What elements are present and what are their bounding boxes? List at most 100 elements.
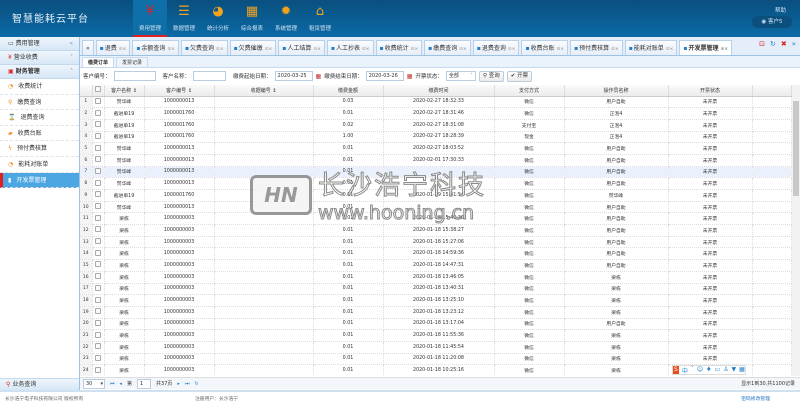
table-row[interactable]: 15 梁栋 1000000003 0.01 2020-01-18 14:47:31 微信用… — [80, 259, 792, 272]
row-checkbox[interactable] — [92, 131, 105, 144]
row-checkbox[interactable] — [92, 177, 105, 190]
row-checkbox[interactable] — [92, 166, 105, 179]
column-header[interactable]: 缴费时间 — [383, 85, 495, 97]
sidebar-group-query[interactable]: ⚲ 业务查询 — [0, 378, 79, 390]
row-checkbox[interactable] — [92, 341, 105, 354]
table-row[interactable]: 16 梁栋 1000000003 0.01 2020-01-18 13:46:05 微信梁… — [80, 271, 792, 284]
emoji-icon[interactable]: ☺ — [697, 366, 703, 374]
row-checkbox[interactable] — [92, 119, 105, 132]
tab-close-icon[interactable]: ⊙× — [411, 47, 419, 52]
chinese-mode-icon[interactable]: 中 — [682, 366, 688, 375]
sidebar-group-business[interactable]: ¥ 营业收费 ˅ — [0, 51, 79, 65]
tab-5[interactable]: ▪人工抄表 ⊙× — [326, 40, 374, 55]
tab-2[interactable]: ▪欠费查询 ⊙× — [180, 40, 228, 55]
table-row[interactable]: 1 赞华峰 1000000013 0.03 2020-02-27 18:32:33 微信用… — [80, 96, 792, 109]
row-checkbox[interactable] — [92, 306, 105, 319]
tab-12[interactable]: ▪开发票管理 ⊙× — [679, 40, 732, 55]
keyboard-icon[interactable]: ▭ — [714, 366, 720, 374]
row-checkbox[interactable] — [92, 247, 105, 261]
table-row[interactable]: 22 梁栋 1000000003 0.01 2020-01-18 11:45:54 微信梁… — [80, 341, 792, 354]
tab-0[interactable]: ▪退费 ⊙× — [95, 40, 131, 55]
mic-icon[interactable]: ♦ — [706, 366, 711, 374]
row-checkbox[interactable] — [92, 294, 105, 307]
row-checkbox[interactable] — [92, 236, 105, 249]
tab-9[interactable]: ▪收费台账 ⊙× — [521, 40, 569, 55]
row-checkbox[interactable] — [92, 318, 105, 331]
tab-close-icon[interactable]: ⊙× — [167, 47, 175, 52]
tab-close-icon[interactable]: ⊙× — [611, 47, 619, 52]
table-row[interactable]: 12 梁栋 1000000003 0.01 2020-01-18 15:38:27 微信用… — [80, 224, 792, 237]
row-checkbox[interactable] — [92, 329, 105, 342]
start-date-input[interactable]: 2020-03-25 — [274, 71, 313, 81]
column-header[interactable]: 操作员名称 — [564, 85, 669, 97]
table-row[interactable]: 14 梁栋 1000000003 0.01 2020-01-18 14:59:36 微信用… — [80, 247, 792, 261]
last-page-icon[interactable]: ⏭ — [185, 381, 190, 387]
tab-close-icon[interactable]: ⊙× — [557, 47, 565, 52]
sidebar-item-6[interactable]: ▮ 开发票管理 — [0, 172, 79, 189]
tab-close-icon[interactable]: ⊙× — [362, 47, 370, 52]
tab-10[interactable]: ▪预付费核算 ⊙× — [570, 40, 623, 55]
column-header[interactable]: 客户名称 ↕ — [104, 85, 145, 97]
refresh-icon[interactable]: ↻ — [194, 381, 198, 387]
row-checkbox[interactable] — [92, 224, 105, 237]
row-checkbox[interactable] — [92, 212, 105, 226]
status-select[interactable]: 全部 ˅ — [445, 71, 476, 81]
row-checkbox[interactable] — [92, 259, 105, 272]
column-header[interactable]: 收据编号 ↕ — [214, 85, 314, 97]
select-all-checkbox[interactable] — [92, 85, 105, 97]
tab-close-icon[interactable]: ⊙× — [666, 47, 674, 52]
row-checkbox[interactable] — [92, 364, 105, 376]
table-row[interactable]: 8 赞华峰 1000000013 0.01 微信 用户自助 未开票 — [80, 177, 792, 190]
table-row[interactable]: 23 梁栋 1000000003 0.01 2020-01-18 11:20:08 微信梁… — [80, 353, 792, 366]
row-checkbox[interactable] — [92, 142, 105, 155]
sidebar-group-finance[interactable]: ▣ 财务管理 ˄ — [0, 65, 79, 79]
sidebar-item-4[interactable]: ϟ 预付费核算 — [0, 141, 79, 157]
collapse-icon[interactable]: « — [69, 37, 73, 51]
table-row[interactable]: 5 赞华峰 1000000013 0.01 2020-02-27 18:03:52 微信用… — [80, 142, 792, 155]
column-header[interactable]: 开票状态 — [668, 85, 753, 97]
table-row[interactable]: 11 梁栋 1000000003 0.01 2020-01-18 15:46:36 微信用… — [80, 212, 792, 226]
page-input[interactable]: 1 — [137, 378, 152, 389]
row-checkbox[interactable] — [92, 107, 105, 120]
table-row[interactable]: 17 梁栋 1000000003 0.01 2020-01-18 13:40:31 微信梁… — [80, 283, 792, 296]
tab-close-icon[interactable]: ⊙× — [720, 47, 728, 52]
tab-1[interactable]: ▪余额查询 ⊙× — [132, 40, 179, 55]
nav-item-0[interactable]: ¥ 费用管理 — [133, 0, 167, 37]
calendar-icon[interactable]: ▦ — [316, 73, 322, 80]
tab-close-icon[interactable]: ⊙× — [119, 47, 127, 52]
table-row[interactable]: 20 梁栋 1000000003 0.01 2020-01-18 13:17:04 微信用… — [80, 318, 792, 331]
column-header[interactable]: 客户编号 ↕ — [144, 85, 215, 97]
customer-no-input[interactable] — [113, 71, 156, 81]
tab-scroll-left[interactable]: « — [82, 40, 94, 55]
table-row[interactable]: 2 截进单19 1000001760 0.01 2020-02-27 18:31:46 微… — [80, 107, 792, 120]
ime-toolbar[interactable]: S 中 ˇ ☺ ♦ ▭ ♙ ▼ ▦ — [672, 365, 746, 375]
tab-close-icon[interactable]: ⊙× — [265, 47, 273, 52]
table-row[interactable]: 9 截进单19 1000001760 0.01 2020-01-29 15:41:54 微… — [80, 189, 792, 202]
grid-icon[interactable]: ▦ — [739, 366, 745, 374]
end-date-input[interactable]: 2020-03-26 — [365, 71, 404, 81]
punct-icon[interactable]: ˇ — [691, 366, 694, 374]
prev-page-icon[interactable]: ◂ — [120, 381, 123, 387]
nav-item-3[interactable]: ▦ 综合报表 — [235, 0, 269, 37]
invoice-button[interactable]: ✔ 开票 — [506, 70, 533, 82]
nav-item-1[interactable]: ☰ 数据管理 — [167, 0, 201, 37]
query-button[interactable]: ⚲ 查询 — [478, 70, 504, 82]
vertical-scrollbar[interactable] — [792, 85, 800, 376]
sogou-icon[interactable]: S — [673, 366, 679, 374]
row-checkbox[interactable] — [92, 353, 105, 366]
tab-3[interactable]: ▪欠费催缴 ⊙× — [229, 40, 277, 55]
first-page-icon[interactable]: ⏮ — [110, 381, 115, 387]
user-icon[interactable]: ♙ — [723, 366, 728, 374]
row-checkbox[interactable] — [92, 271, 105, 284]
column-header[interactable]: 缴费金额 — [313, 85, 384, 97]
table-row[interactable]: 19 梁栋 1000000003 0.01 2020-01-18 13:23:12 微信梁… — [80, 306, 792, 319]
sidebar-item-2[interactable]: ⌛ 退费查询 — [0, 110, 79, 126]
next-page-icon[interactable]: ▸ — [177, 381, 180, 387]
subtab-1[interactable]: 发票记录 — [116, 57, 149, 67]
nav-item-5[interactable]: ⌂ 租赁管理 — [303, 0, 337, 37]
customer-name-input[interactable] — [193, 71, 227, 81]
tab-4[interactable]: ▪人工结算 ⊙× — [278, 40, 325, 55]
tab-6[interactable]: ▪收费统计 ⊙× — [375, 40, 423, 55]
table-row[interactable]: 4 截进单19 1000001760 1.00 2020-02-27 18:28:39 现… — [80, 131, 792, 144]
tab-close-icon[interactable]: ⊙× — [459, 47, 467, 52]
